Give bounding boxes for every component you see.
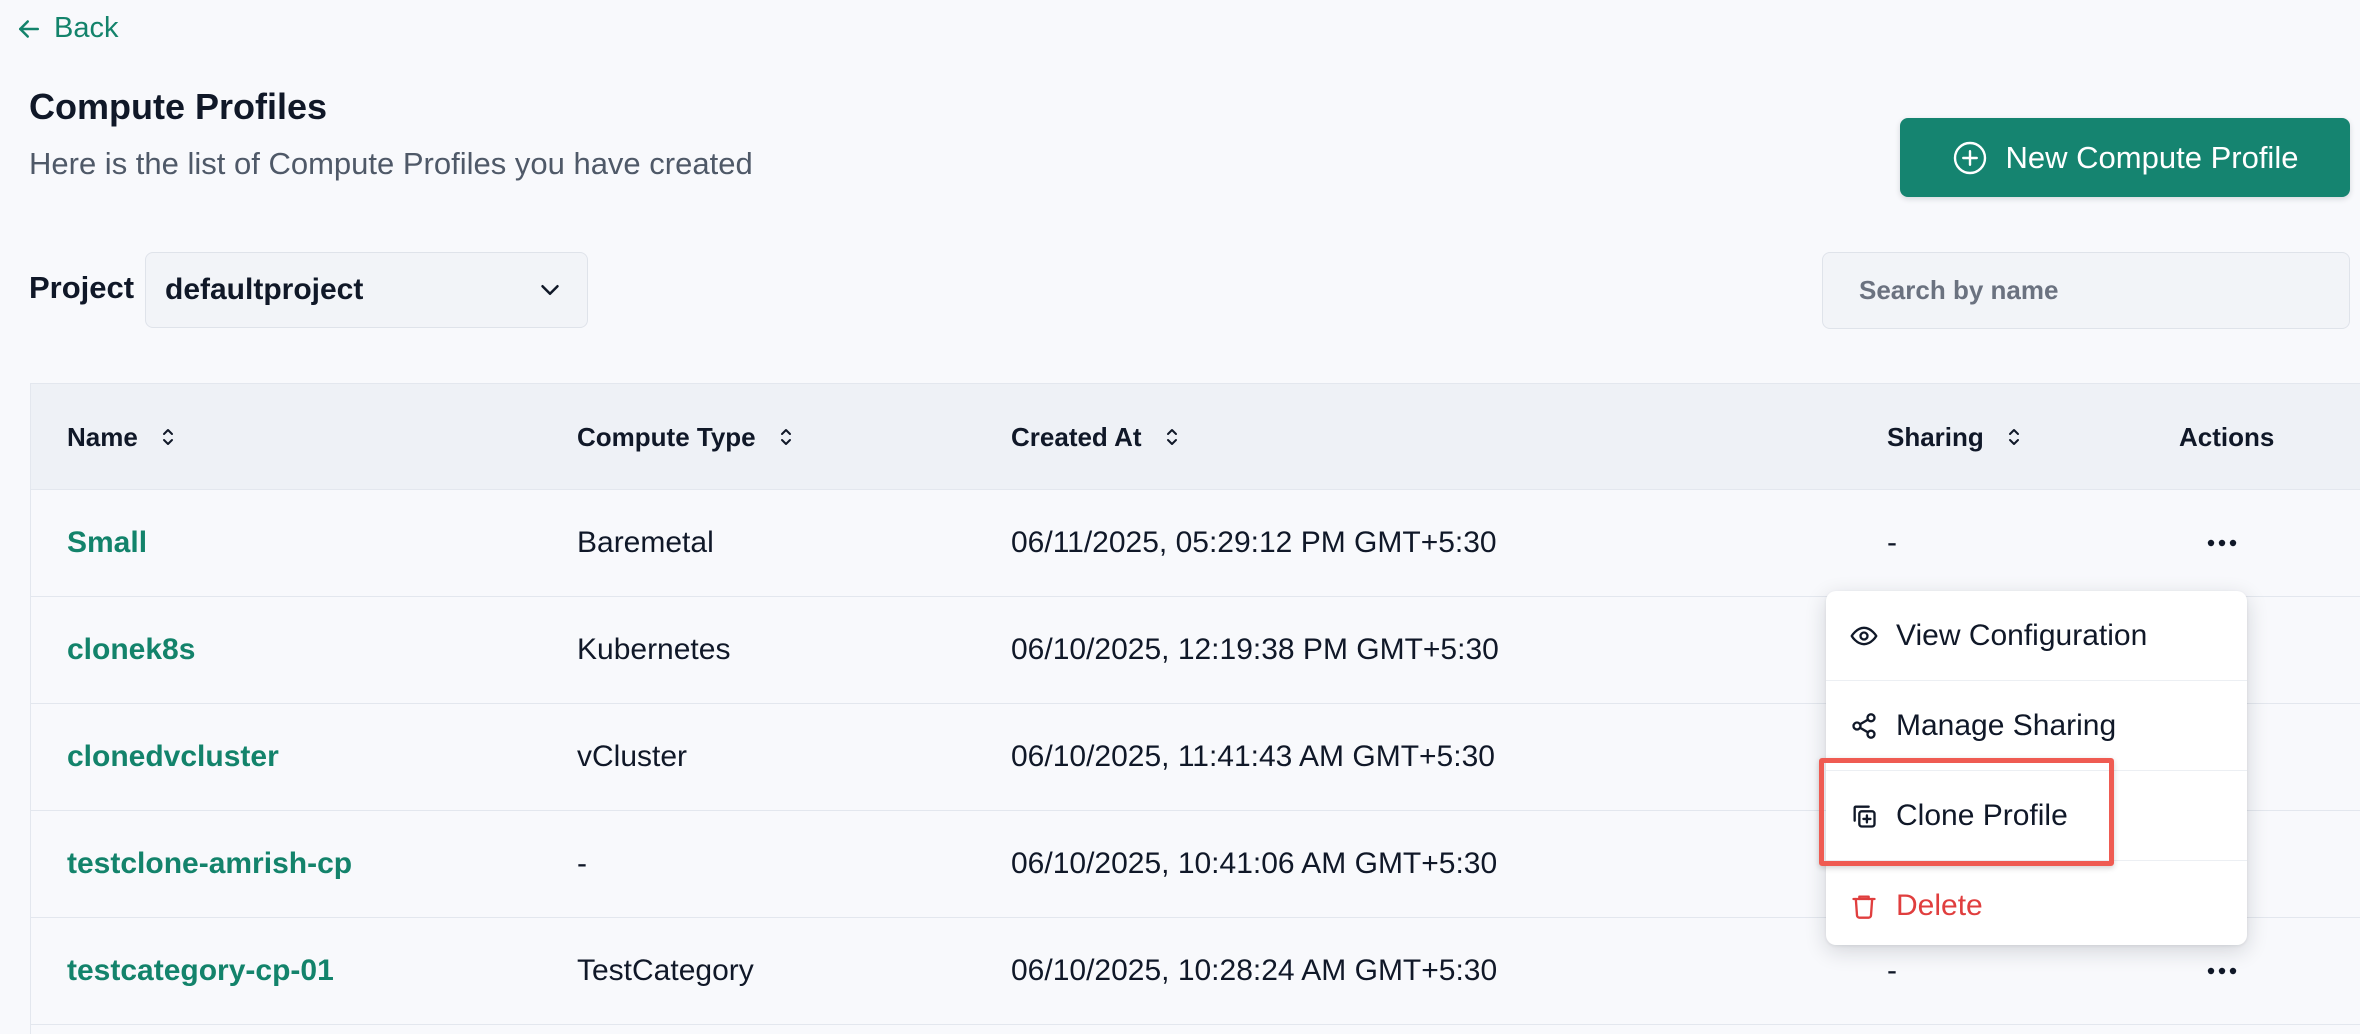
page-subtitle: Here is the list of Compute Profiles you…	[29, 146, 753, 181]
created-at-cell: 06/10/2025, 11:41:43 AM GMT+5:30	[1011, 740, 1495, 773]
compute-type-cell: TestCategory	[577, 954, 754, 987]
more-horizontal-icon	[2207, 539, 2237, 547]
project-select[interactable]: defaultproject	[145, 252, 588, 328]
plus-circle-icon	[1953, 141, 1986, 174]
table-header: Name Compute Type Created At Sharing Act…	[31, 384, 2360, 490]
new-compute-profile-button[interactable]: New Compute Profile	[1900, 118, 2350, 197]
sort-icon	[162, 429, 173, 445]
column-header-sharing[interactable]: Sharing	[1887, 384, 2026, 490]
more-horizontal-icon	[2207, 967, 2237, 975]
chevron-down-icon	[541, 285, 559, 295]
page-title: Compute Profiles	[29, 86, 328, 127]
new-compute-profile-label: New Compute Profile	[2005, 139, 2299, 175]
eye-icon	[1850, 626, 1878, 645]
project-label: Project	[29, 270, 135, 305]
compute-type-cell: Baremetal	[577, 526, 714, 559]
column-label: Compute Type	[577, 421, 756, 452]
column-label: Created At	[1011, 421, 1142, 452]
row-actions-button[interactable]	[2197, 518, 2247, 568]
menu-item-label: Clone Profile	[1896, 798, 2068, 832]
project-select-value: defaultproject	[165, 273, 364, 306]
clone-icon	[1853, 805, 1876, 828]
menu-item-label: View Configuration	[1896, 618, 2148, 652]
row-actions-menu: View Configuration Manage Sharing Clone …	[1826, 591, 2247, 945]
column-header-actions: Actions	[2179, 384, 2274, 490]
profile-name-link[interactable]: testcategory-cp-01	[67, 918, 334, 1024]
arrow-left-icon	[19, 19, 39, 38]
profile-name-link[interactable]: Small	[67, 490, 147, 596]
compute-type-cell: -	[577, 847, 587, 880]
column-label: Sharing	[1887, 421, 1984, 452]
back-link[interactable]: Back	[14, 12, 118, 45]
created-at-cell: 06/10/2025, 10:28:24 AM GMT+5:30	[1011, 954, 1498, 987]
profile-name-link[interactable]: clonedvcluster	[67, 704, 279, 810]
column-header-created-at[interactable]: Created At	[1011, 384, 1184, 490]
search-input[interactable]	[1822, 252, 2350, 329]
clone-profile-menu-item[interactable]: Clone Profile	[1826, 771, 2247, 861]
profile-name-link[interactable]: clonek8s	[67, 597, 195, 703]
sharing-cell: -	[1887, 526, 1897, 559]
compute-type-cell: Kubernetes	[577, 633, 731, 666]
created-at-cell: 06/10/2025, 12:19:38 PM GMT+5:30	[1011, 633, 1499, 666]
manage-sharing-menu-item[interactable]: Manage Sharing	[1826, 681, 2247, 771]
column-label: Actions	[2179, 421, 2275, 452]
profile-name-link[interactable]: testclone-amrish-cp	[67, 811, 352, 917]
view-configuration-menu-item[interactable]: View Configuration	[1826, 591, 2247, 681]
created-at-cell: 06/11/2025, 05:29:12 PM GMT+5:30	[1011, 526, 1497, 559]
sort-icon	[780, 429, 791, 445]
column-header-compute-type[interactable]: Compute Type	[577, 384, 798, 490]
sort-icon	[1166, 429, 1177, 445]
menu-item-label: Delete	[1896, 889, 1983, 922]
row-actions-button[interactable]	[2197, 946, 2247, 996]
created-at-cell: 06/10/2025, 10:41:06 AM GMT+5:30	[1011, 847, 1498, 880]
delete-menu-item[interactable]: Delete	[1826, 861, 2247, 951]
column-label: Name	[67, 421, 138, 452]
share-icon	[1852, 712, 1876, 739]
trash-icon	[1852, 895, 1876, 919]
table-row: Small Baremetal 06/11/2025, 05:29:12 PM …	[31, 490, 2360, 597]
compute-type-cell: vCluster	[577, 740, 688, 773]
column-header-name[interactable]: Name	[67, 384, 180, 490]
back-label: Back	[54, 12, 119, 44]
menu-item-label: Manage Sharing	[1896, 708, 2117, 742]
sort-icon	[2008, 429, 2019, 445]
